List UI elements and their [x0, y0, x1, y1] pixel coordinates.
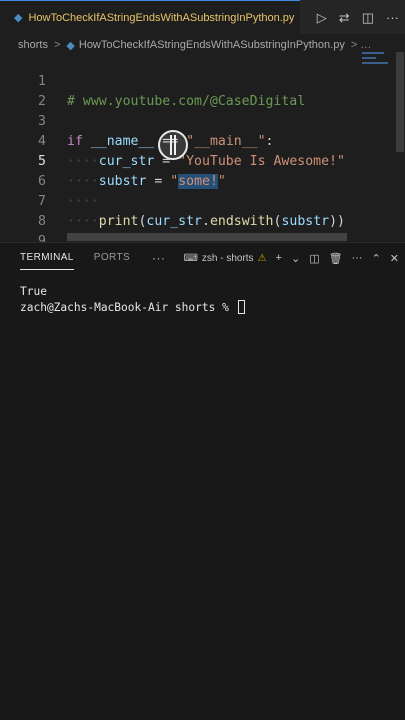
code-line: 8: [0, 192, 360, 229]
terminal-icon: ⌨: [183, 252, 198, 264]
editor-tab-bar: ◆ HowToCheckIfAStringEndsWithASubstringI…: [0, 0, 405, 34]
editor-actions: ▷ ⇄ ◫ ···: [317, 0, 399, 34]
play-icon[interactable]: ▷: [317, 11, 327, 24]
breadcrumb-folder[interactable]: shorts: [18, 39, 48, 51]
split-editor-icon[interactable]: ◫: [362, 11, 374, 24]
ellipsis-icon[interactable]: ···: [352, 252, 363, 264]
new-terminal-icon[interactable]: +: [276, 252, 282, 264]
code-line: 7 ····print(cur_str.endswith(substr)): [0, 172, 360, 229]
terminal-cursor: [237, 300, 245, 314]
python-file-icon: ◆: [14, 12, 23, 24]
editor-tab[interactable]: ◆ HowToCheckIfAStringEndsWithASubstringI…: [0, 0, 300, 34]
editor-horizontal-scrollbar[interactable]: [67, 233, 347, 241]
tab-ports[interactable]: PORTS: [94, 243, 130, 273]
code-line: 3 if __name__ == "__main__":: [0, 92, 360, 149]
code-line: 9: [0, 212, 360, 242]
source-control-icon[interactable]: ⇄: [339, 11, 350, 24]
terminal-prompt: zach@Zachs-MacBook-Air shorts %: [20, 301, 236, 314]
split-terminal-icon[interactable]: ◫: [309, 252, 319, 265]
tab-terminal[interactable]: TERMINAL: [20, 243, 74, 273]
tab-untracked-status: U: [299, 12, 300, 24]
bottom-panel: TERMINAL PORTS ··· ⌨ zsh - shorts ⚠ + ⌄ …: [0, 242, 405, 720]
code-line: 2: [0, 72, 360, 109]
editor-vertical-scrollbar[interactable]: [396, 52, 404, 152]
terminal-actions: ⌨ zsh - shorts ⚠ + ⌄ ◫ 🗑 ··· ⌃ ✕: [183, 243, 399, 273]
warning-icon: ⚠: [257, 252, 267, 264]
breadcrumb-file[interactable]: HowToCheckIfAStringEndsWithASubstringInP…: [79, 39, 345, 51]
python-file-icon: ◆: [66, 39, 75, 52]
terminal-output-line: True: [20, 285, 47, 298]
chevron-down-icon[interactable]: ⌄: [291, 252, 300, 265]
trash-icon[interactable]: 🗑: [329, 252, 343, 265]
minimap[interactable]: [362, 52, 394, 74]
breadcrumb-trail: > …: [350, 39, 372, 51]
ellipsis-icon[interactable]: ···: [386, 11, 399, 24]
terminal-instance[interactable]: ⌨ zsh - shorts ⚠: [183, 253, 266, 264]
tab-filename: HowToCheckIfAStringEndsWithASubstringInP…: [28, 11, 295, 24]
code-line: 4 ····cur_str = "YouTube Is Awesome!": [0, 112, 360, 169]
close-icon[interactable]: ✕: [390, 252, 399, 265]
text-cursor-icon: [170, 135, 176, 155]
code-editor[interactable]: 1 # www.youtube.com/@CaseDigital 2 3 if …: [0, 52, 405, 242]
maximize-panel-icon[interactable]: ⌃: [372, 252, 381, 265]
terminal-name: zsh - shorts: [201, 252, 254, 264]
panel-more-icon[interactable]: ···: [152, 243, 165, 273]
terminal-output[interactable]: True zach@Zachs-MacBook-Air shorts %: [20, 284, 245, 316]
chevron-right-icon: >: [53, 39, 61, 51]
code-line: 1 # www.youtube.com/@CaseDigital: [0, 52, 360, 109]
